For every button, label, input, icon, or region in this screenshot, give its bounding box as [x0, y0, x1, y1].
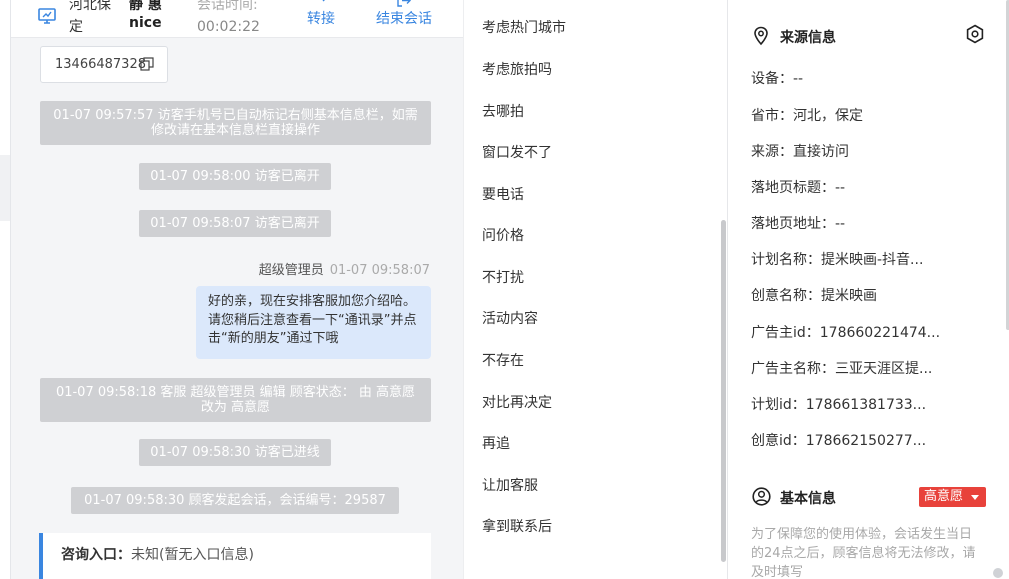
quick-phrase-item[interactable]: 再追: [482, 433, 510, 453]
transfer-icon: [322, 0, 325, 2]
quick-phrase-item[interactable]: 要电话: [482, 184, 524, 204]
phone-number-box[interactable]: 13466487328: [40, 46, 168, 83]
message-time: 01-07 09:58:07: [329, 263, 430, 278]
quick-phrase-panel: 考虑热门城市 考虑旅拍吗 去哪拍 窗口发不了 要电话 问价格 不打扰 活动内容 …: [463, 0, 727, 579]
source-info-row: 广告主id：178660221474...: [751, 325, 941, 341]
source-info-row: 省市：河北，保定: [751, 108, 863, 124]
system-message: 01-07 09:57:57 访客手机号已自动标记右侧基本信息栏，如需修改请在基…: [40, 101, 431, 145]
chat-panel: 河北保定 静 惠 nice 会话时间: 00:02:22 转接 结束会话 134…: [10, 0, 463, 579]
source-info-row: 创意名称：提米映画: [751, 288, 877, 304]
app-root: 河北保定 静 惠 nice 会话时间: 00:02:22 转接 结束会话 134…: [0, 0, 1009, 579]
source-info-row: 创意id：178662150277...: [751, 433, 927, 449]
message-sender-meta: 超级管理员 01-07 09:58:07: [259, 259, 430, 278]
source-info-row: 来源：直接访问: [751, 144, 849, 160]
basic-info-title: 基本信息: [752, 487, 836, 508]
transfer-label: 转接: [307, 11, 335, 27]
quick-phrase-item[interactable]: 对比再决定: [482, 392, 552, 412]
source-info-title: 来源信息: [752, 26, 836, 47]
quick-phrase-item[interactable]: 让加客服: [482, 475, 538, 495]
source-info-row: 计划名称：提米映画-抖音...: [751, 252, 924, 268]
visitor-name: 静 惠 nice: [129, 0, 162, 31]
chat-header: 河北保定 静 惠 nice 会话时间: 00:02:22 转接 结束会话: [11, 0, 463, 38]
scroll-indicator-dot: [993, 568, 1003, 578]
system-message: 01-07 09:58:00 访客已离开: [139, 163, 331, 190]
exit-icon: [397, 0, 411, 7]
location-icon: [754, 26, 768, 46]
end-session-label: 结束会话: [376, 11, 432, 27]
source-info-row: 设备：--: [751, 71, 804, 87]
basic-info-label: 基本信息: [780, 491, 836, 507]
agent-message-bubble: 好的亲，现在安排客服加您介绍哈。请您稍后注意查看一下“通讯录”并点击“新的朋友”…: [196, 286, 431, 359]
message-sender: 超级管理员: [258, 263, 324, 278]
session-time: 00:02:22: [197, 19, 260, 35]
quick-phrase-item[interactable]: 问价格: [482, 225, 524, 245]
quick-phrase-item[interactable]: 拿到联系后: [482, 516, 552, 536]
system-message: 01-07 09:58:07 访客已离开: [139, 210, 331, 237]
monitor-icon: [38, 8, 56, 24]
transfer-button[interactable]: 转接: [301, 0, 341, 38]
quick-phrase-item[interactable]: 窗口发不了: [482, 142, 552, 162]
consult-entry-value: 未知(暂无入口信息): [131, 547, 254, 563]
visitor-location: 河北保定: [69, 0, 111, 35]
quick-phrase-item[interactable]: 考虑旅拍吗: [482, 59, 552, 79]
phrase-scrollbar[interactable]: [721, 220, 726, 562]
consult-entry-label: 咨询入口：: [61, 547, 131, 563]
quick-phrase-item[interactable]: 活动内容: [482, 308, 538, 328]
edit-notice: 为了保障您的使用体验，会话发生当日的24点之后，顾客信息将无法修改，请及时填写: [751, 527, 976, 579]
status-badge-dropdown[interactable]: 高意愿: [919, 487, 986, 507]
source-info-row: 落地页标题：--: [751, 180, 846, 196]
quick-phrase-item[interactable]: 不打扰: [482, 267, 524, 287]
system-message: 01-07 09:58:30 顾客发起会话，会话编号：29587: [71, 487, 399, 514]
gear-icon[interactable]: [965, 24, 985, 44]
source-info-row: 计划id：178661381733...: [751, 397, 927, 413]
customer-info-panel: 来源信息 设备：-- 省市：河北，保定 来源：直接访问 落地页标题：-- 落地页…: [727, 0, 1009, 579]
source-info-row: 落地页地址：--: [751, 216, 846, 232]
quick-phrase-item[interactable]: 去哪拍: [482, 101, 524, 121]
system-message: 01-07 09:58:30 访客已进线: [139, 439, 331, 466]
phone-number: 13466487328: [55, 57, 146, 72]
quick-phrase-item[interactable]: 不存在: [482, 350, 524, 370]
quick-phrase-item[interactable]: 考虑热门城市: [482, 17, 566, 37]
user-circle-icon: [752, 487, 771, 506]
source-info-row: 广告主名称：三亚天涯区提...: [751, 361, 933, 377]
source-info-label: 来源信息: [780, 30, 836, 46]
system-message: 01-07 09:58:18 客服 超级管理员 编辑 顾客状态： 由 高意愿 改…: [40, 378, 431, 422]
session-time-label: 会话时间:: [197, 0, 258, 13]
copy-icon[interactable]: [140, 57, 154, 71]
end-session-button[interactable]: 结束会话: [369, 0, 439, 38]
consult-entry-box: 咨询入口：未知(暂无入口信息): [39, 533, 431, 579]
